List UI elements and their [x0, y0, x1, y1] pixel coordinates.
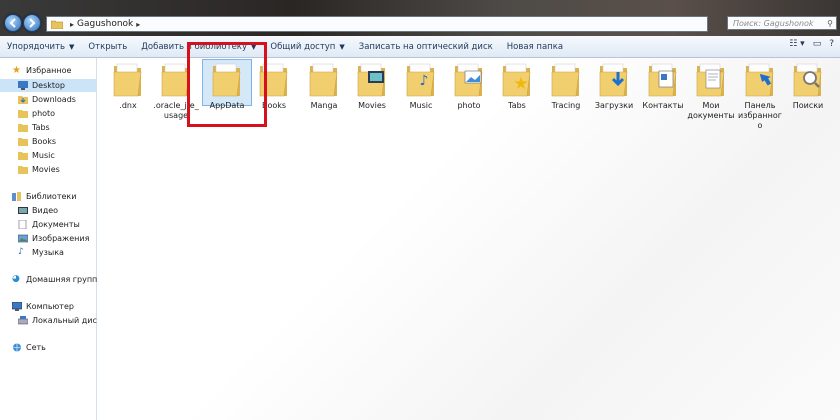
address-bar[interactable]: ▸ Gagushonok ▸ [46, 16, 708, 32]
video-library-icon [18, 207, 28, 214]
file-label: Music [409, 101, 433, 110]
folder-icon [18, 152, 28, 160]
file-label: Manga [310, 101, 338, 110]
navigation-pane: ★ Избранное Desktop Downloads photo Tabs… [0, 58, 102, 420]
music-note-icon: ♪ [18, 247, 24, 257]
documents-folder-icon [694, 62, 728, 98]
file-item[interactable]: Загрузки [590, 62, 638, 111]
images-library-icon [18, 234, 28, 243]
back-button[interactable] [4, 14, 22, 32]
file-item[interactable]: Панель избранного [736, 62, 784, 131]
nav-item-downloads[interactable]: Downloads [18, 93, 76, 106]
forward-arrow-icon [29, 18, 36, 28]
downloads-icon [18, 96, 28, 104]
nav-libraries-header[interactable]: Библиотеки [12, 190, 76, 203]
nav-item-images[interactable]: Изображения [18, 232, 89, 245]
downloads-folder-icon [597, 62, 631, 98]
help-icon[interactable]: ? [829, 39, 834, 49]
file-item[interactable]: ♪ Music [397, 62, 445, 111]
annotation-highlight-box [187, 42, 267, 127]
folder-icon [549, 62, 583, 98]
hard-drive-icon [18, 316, 28, 325]
folder-icon [18, 138, 28, 146]
open-button[interactable]: Открыть [81, 36, 134, 57]
burn-button[interactable]: Записать на оптический диск [352, 36, 500, 57]
search-input[interactable]: Поиск: Gagushonok ⚲ [727, 16, 837, 30]
file-label: Tabs [508, 101, 526, 110]
folder-icon [18, 110, 28, 118]
search-folder-icon [791, 62, 825, 98]
photo-folder-icon [452, 62, 486, 98]
libraries-icon [12, 192, 21, 201]
nav-favorites-header[interactable]: ★ Избранное [12, 64, 71, 77]
file-label: photo [457, 101, 481, 110]
documents-library-icon [18, 220, 27, 229]
folder-icon [307, 62, 341, 98]
nav-item-music[interactable]: Music [18, 149, 55, 162]
favorites-folder-icon [743, 62, 777, 98]
nav-item-books[interactable]: Books [18, 135, 56, 148]
file-item[interactable]: Movies [348, 62, 396, 111]
new-folder-button[interactable]: Новая папка [500, 36, 570, 57]
file-label: Загрузки [594, 101, 634, 110]
nav-item-local-disk[interactable]: Локальный диск [18, 314, 102, 327]
file-label: .dnx [119, 101, 137, 110]
nav-item-music-library[interactable]: ♪ Музыка [18, 246, 64, 259]
chevron-down-icon: ▼ [69, 42, 75, 51]
file-item[interactable]: Tracing [542, 62, 590, 111]
nav-item-tabs[interactable]: Tabs [18, 121, 50, 134]
desktop-icon [18, 81, 28, 90]
file-item[interactable]: ★ Tabs [493, 62, 541, 111]
star-icon: ★ [12, 65, 21, 76]
folder-icon [18, 124, 28, 132]
file-label: Movies [358, 101, 386, 110]
forward-button[interactable] [23, 14, 41, 32]
nav-homegroup[interactable]: ◕ Домашняя группа [12, 273, 102, 286]
breadcrumb-segment[interactable]: Gagushonok [77, 19, 133, 29]
computer-icon [12, 302, 22, 311]
file-item[interactable]: .dnx [104, 62, 152, 111]
file-item[interactable]: photo [445, 62, 493, 111]
nav-item-movies[interactable]: Movies [18, 163, 60, 176]
view-options-icon[interactable]: ☷ ▾ [789, 39, 804, 49]
folder-icon [51, 20, 63, 29]
star-folder-icon: ★ [500, 62, 534, 98]
network-icon [13, 343, 21, 352]
share-button[interactable]: Общий доступ ▼ [263, 36, 351, 57]
svg-text:★: ★ [513, 74, 528, 94]
movie-folder-icon [355, 62, 389, 98]
file-item[interactable]: Контакты [639, 62, 687, 111]
organize-button[interactable]: Упорядочить ▼ [0, 36, 81, 57]
address-row: ▸ Gagushonok ▸ Поиск: Gagushonok ⚲ [0, 14, 840, 34]
nav-computer-header[interactable]: Компьютер [12, 300, 74, 313]
back-arrow-icon [9, 18, 16, 28]
folder-icon [18, 166, 28, 174]
search-icon[interactable]: ⚲ [827, 17, 833, 31]
file-label: Панель избранного [738, 101, 782, 130]
command-toolbar: Упорядочить ▼ Открыть Добавить в библиоте… [0, 36, 840, 58]
svg-text:♪: ♪ [420, 73, 429, 89]
file-label: Мои документы [687, 101, 735, 120]
chevron-down-icon: ▼ [339, 42, 345, 51]
nav-item-photo[interactable]: photo [18, 107, 55, 120]
homegroup-icon: ◕ [12, 274, 20, 284]
nav-network[interactable]: Сеть [12, 341, 46, 354]
preview-pane-icon[interactable]: ▭ [813, 39, 822, 49]
nav-item-desktop[interactable]: Desktop [0, 79, 96, 92]
nav-item-documents[interactable]: Документы [18, 218, 80, 231]
folder-icon [111, 62, 145, 98]
music-folder-icon: ♪ [404, 62, 438, 98]
contacts-folder-icon [646, 62, 680, 98]
file-item[interactable]: Мои документы [687, 62, 735, 121]
file-item[interactable]: Поиски [784, 62, 832, 111]
breadcrumb-chevron-icon[interactable]: ▸ [70, 20, 74, 29]
nav-item-video[interactable]: Видео [18, 204, 58, 217]
breadcrumb-chevron-icon[interactable]: ▸ [136, 20, 140, 29]
file-label: Контакты [642, 101, 684, 110]
file-label: Tracing [551, 101, 581, 110]
file-item[interactable]: Manga [300, 62, 348, 111]
file-label: Поиски [792, 101, 824, 110]
